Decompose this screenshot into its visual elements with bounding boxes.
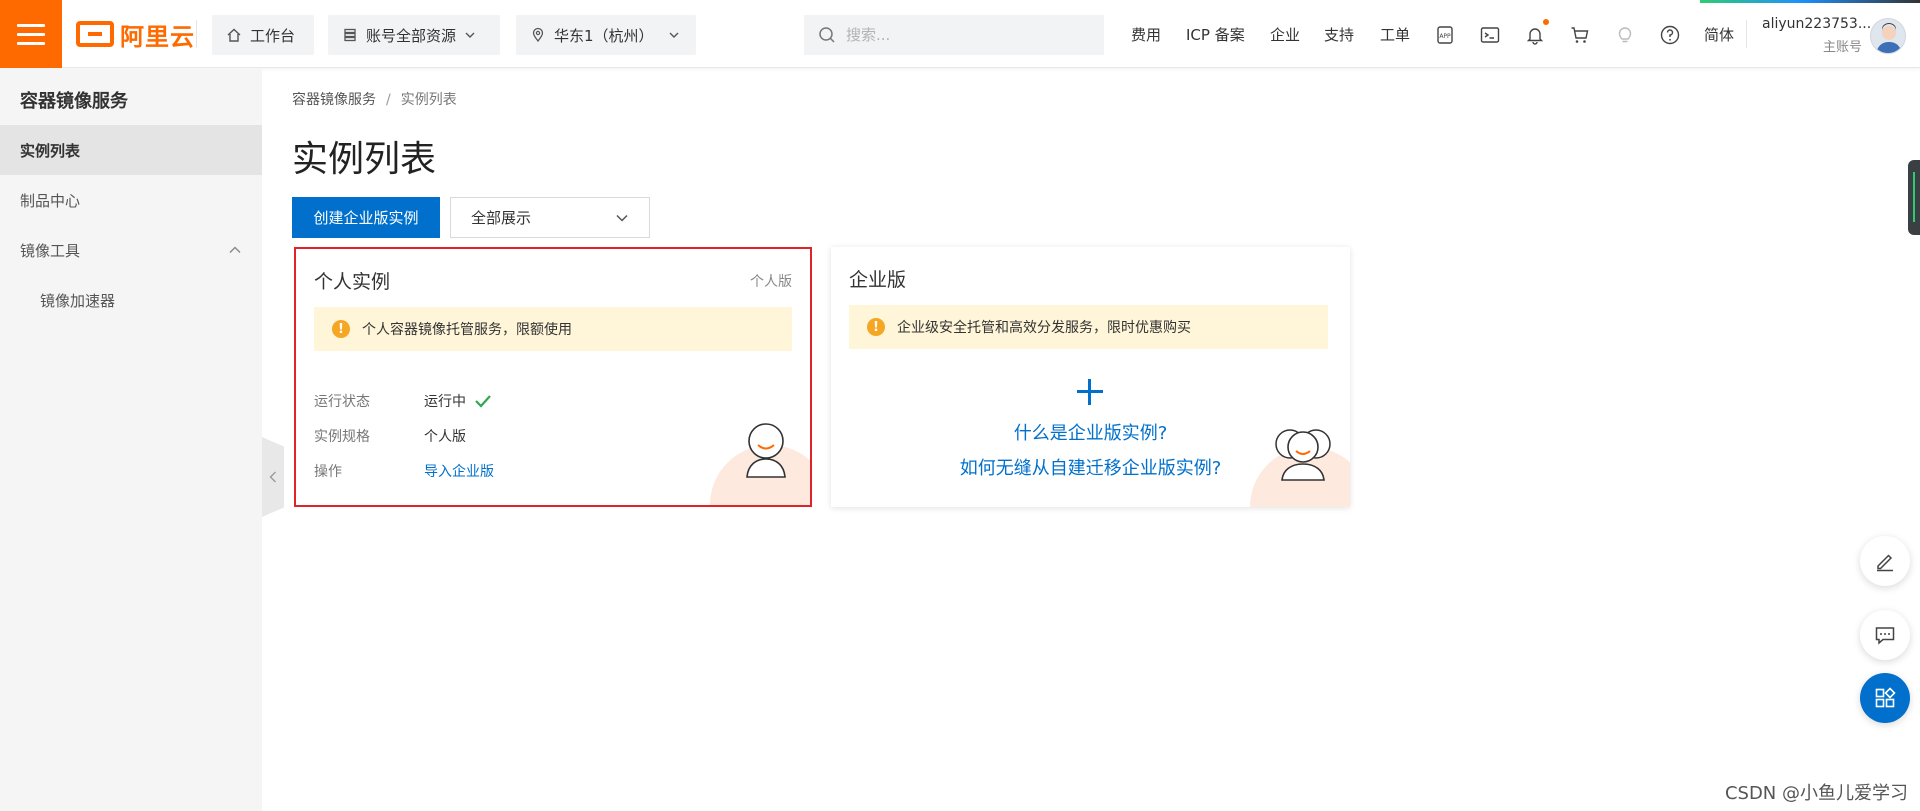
status-value: 运行中 (424, 394, 466, 410)
language-switch[interactable]: 简体 (1704, 24, 1734, 45)
aliyun-logo[interactable]: 阿里云 (76, 18, 195, 51)
warning-icon: ! (332, 320, 350, 338)
divider (1746, 20, 1747, 48)
nav-link-billing[interactable]: 费用 (1131, 24, 1161, 45)
check-icon (475, 395, 491, 408)
search-icon (819, 27, 835, 43)
spec-label: 实例规格 (314, 429, 370, 445)
breadcrumb: 容器镜像服务 / 实例列表 (292, 89, 457, 109)
warning-icon: ! (867, 318, 885, 336)
breadcrumb-current: 实例列表 (400, 92, 457, 108)
breadcrumb-separator: / (386, 92, 391, 108)
card-title: 企业版 (849, 269, 907, 291)
resources-label: 账号全部资源 (366, 26, 457, 45)
instance-filter-select[interactable]: 全部展示 (450, 197, 650, 238)
add-instance-plus-icon[interactable] (1077, 379, 1103, 405)
sidebar-item-instance-list[interactable]: 实例列表 (0, 125, 262, 175)
notification-dot (1543, 19, 1549, 25)
pencil-icon (1877, 554, 1893, 572)
home-icon (227, 28, 241, 42)
user-role: 主账号 (1822, 40, 1862, 55)
sidebar: 容器镜像服务 实例列表 制品中心 镜像工具 镜像加速器 (0, 69, 262, 811)
right-edge-handle[interactable] (1908, 160, 1920, 235)
nav-link-support[interactable]: 支持 (1324, 24, 1354, 45)
stack-icon (344, 28, 356, 42)
app-icon[interactable]: APP (1434, 24, 1456, 46)
bell-icon[interactable] (1524, 24, 1546, 46)
svg-text:APP: APP (1439, 33, 1451, 40)
menu-line (17, 23, 45, 27)
spec-value: 个人版 (424, 429, 466, 445)
search-input[interactable] (846, 26, 1086, 44)
card-title: 个人实例 (314, 271, 391, 293)
divider (196, 20, 197, 48)
breadcrumb-root[interactable]: 容器镜像服务 (292, 92, 376, 108)
terminal-icon[interactable] (1479, 24, 1501, 46)
chevron-down-icon (616, 214, 628, 222)
sidebar-item-label: 实例列表 (20, 141, 81, 160)
page-title: 实例列表 (292, 139, 437, 180)
sidebar-title: 容器镜像服务 (20, 91, 128, 112)
notice-banner: ! 企业级安全托管和高效分发服务，限时优惠购买 (849, 305, 1328, 349)
action-label: 操作 (314, 464, 342, 480)
enterprise-edition-card[interactable]: 企业版 ! 企业级安全托管和高效分发服务，限时优惠购买 什么是企业版实例? 如何… (831, 247, 1350, 507)
apps-grid-button[interactable] (1860, 673, 1910, 723)
chat-bubble-icon (1875, 627, 1895, 645)
chevron-left-icon (269, 471, 276, 483)
notice-banner: ! 个人容器镜像托管服务，限额使用 (314, 307, 792, 351)
edition-tag: 个人版 (750, 274, 792, 290)
action-row: 操作 导入企业版 (314, 461, 494, 481)
nav-link-enterprise[interactable]: 企业 (1270, 24, 1300, 45)
region-dropdown[interactable]: 华东1（杭州） (516, 15, 696, 55)
cart-icon[interactable] (1569, 24, 1591, 46)
logo-mark-icon (76, 21, 114, 47)
chevron-down-icon (465, 32, 475, 38)
sidebar-item-label: 制品中心 (20, 191, 81, 210)
lightbulb-icon[interactable] (1614, 24, 1636, 46)
menu-line (17, 41, 45, 45)
watermark: CSDN @小鱼儿爱学习 (1724, 783, 1908, 804)
top-navigation-bar: 阿里云 工作台 账号全部资源 华东1（杭州） 费用 ICP 备案 企业 支持 工… (0, 0, 1920, 68)
help-icon[interactable] (1659, 24, 1681, 46)
menu-line (17, 32, 45, 36)
single-user-illustration-icon (746, 423, 786, 478)
nav-link-ticket[interactable]: 工单 (1380, 24, 1410, 45)
top-accent-strip (0, 0, 1920, 3)
location-pin-icon (532, 27, 544, 43)
sidebar-item-image-accelerator[interactable]: 镜像加速器 (0, 275, 262, 325)
avatar[interactable] (1870, 18, 1906, 54)
sidebar-item-label: 镜像加速器 (40, 291, 116, 310)
personal-instance-card[interactable]: 个人实例 个人版 ! 个人容器镜像托管服务，限额使用 运行状态 运行中 实例规格… (294, 247, 812, 507)
chevron-up-icon (229, 246, 241, 253)
notice-text: 企业级安全托管和高效分发服务，限时优惠购买 (897, 320, 1191, 336)
filter-select-value: 全部展示 (471, 209, 532, 227)
sidebar-item-artifact-center[interactable]: 制品中心 (0, 175, 262, 225)
team-illustration-icon (1275, 429, 1331, 481)
status-label: 运行状态 (314, 394, 370, 410)
sidebar-item-image-tools[interactable]: 镜像工具 (0, 225, 262, 275)
workbench-label: 工作台 (250, 26, 296, 45)
spec-row: 实例规格 个人版 (314, 426, 466, 446)
region-label: 华东1（杭州） (554, 26, 654, 45)
nav-link-icp[interactable]: ICP 备案 (1186, 24, 1245, 45)
workbench-button[interactable]: 工作台 (212, 15, 314, 55)
user-avatar-icon (1876, 23, 1902, 53)
chat-button[interactable] (1860, 610, 1910, 660)
logo-text: 阿里云 (120, 22, 195, 51)
apps-grid-icon (1875, 687, 1896, 708)
sidebar-item-label: 镜像工具 (20, 241, 81, 260)
sidebar-collapse-handle[interactable] (262, 437, 284, 517)
create-enterprise-instance-button[interactable]: 创建企业版实例 (292, 197, 440, 238)
status-row: 运行状态 运行中 (314, 391, 492, 411)
notice-text: 个人容器镜像托管服务，限额使用 (362, 322, 572, 338)
feedback-edit-button[interactable] (1860, 536, 1910, 586)
user-account-menu[interactable]: aliyun223753... 主账号 (1762, 16, 1872, 55)
resource-scope-dropdown[interactable]: 账号全部资源 (328, 15, 500, 55)
global-search[interactable] (804, 15, 1104, 55)
user-name: aliyun223753... (1762, 16, 1872, 32)
hamburger-menu-button[interactable] (0, 0, 62, 68)
import-enterprise-link[interactable]: 导入企业版 (424, 461, 494, 481)
chevron-down-icon (669, 32, 679, 38)
